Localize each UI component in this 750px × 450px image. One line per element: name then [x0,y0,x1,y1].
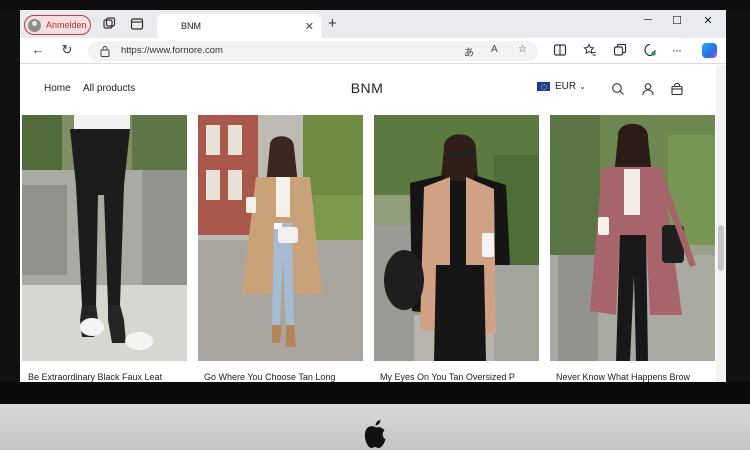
chevron-down-icon: ⌄ [579,82,586,91]
product-title[interactable]: Never Know What Happens Brow [556,372,716,382]
cart-icon[interactable] [670,82,684,96]
tan-oversized-puffer-vest-photo[interactable] [374,115,539,361]
brand-logo[interactable]: BNM [20,80,714,96]
maximize-icon[interactable]: ☐ [667,14,687,27]
collections-icon[interactable] [613,43,627,57]
tab-actions-icon[interactable] [130,17,144,31]
product-title[interactable]: Be Extraordinary Black Faux Leat [28,372,188,382]
currency-selector[interactable]: EUR ⌄ [537,81,586,92]
product-card[interactable]: My Eyes On You Tan Oversized P [374,115,539,382]
translate-icon[interactable]: あ [464,44,474,59]
site-header: Home All products BNM EUR ⌄ [20,65,714,113]
website: Home All products BNM EUR ⌄ Be Extraordi… [20,65,726,382]
lock-icon[interactable] [100,45,110,57]
more-options-icon[interactable]: ··· [672,43,686,57]
apple-logo-icon [364,420,386,448]
tan-long-coat-outfit-photo[interactable] [198,115,363,361]
tab-strip: Anmelden BNM ✕ + ─ ☐ ✕ [20,10,726,38]
tab-title: BNM [181,21,201,31]
monitor-frame: Anmelden BNM ✕ + ─ ☐ ✕ ← ↻ https://www.f… [0,0,750,450]
tab-close-icon[interactable]: ✕ [305,20,314,33]
split-screen-icon[interactable] [553,43,567,57]
product-title[interactable]: Go Where You Choose Tan Long [204,372,364,382]
product-title[interactable]: My Eyes On You Tan Oversized P [380,372,540,382]
browser-essentials-icon[interactable] [643,43,657,57]
currency-label: EUR [555,81,577,92]
eu-flag-icon [537,82,550,91]
new-tab-button[interactable]: + [328,15,337,32]
browser-window: Anmelden BNM ✕ + ─ ☐ ✕ ← ↻ https://www.f… [20,10,726,382]
profile-avatar-icon [28,18,41,32]
profile-button[interactable]: Anmelden [24,15,91,35]
account-icon[interactable] [641,82,655,96]
browser-toolbar: ← ↻ https://www.fornore.com あ A ☆ ··· [20,38,726,64]
profile-label: Anmelden [46,20,87,30]
url-text[interactable]: https://www.fornore.com [121,45,223,56]
product-card[interactable]: Go Where You Choose Tan Long [198,115,363,382]
address-bar[interactable]: https://www.fornore.com あ A ☆ [88,41,538,61]
back-arrow-icon[interactable]: ← [29,42,47,57]
favorite-star-icon[interactable]: ☆ [518,44,527,55]
favorites-icon[interactable] [583,43,597,57]
product-grid: Be Extraordinary Black Faux Leat Go Wher… [22,115,716,382]
tab-bnm[interactable]: BNM ✕ [157,14,321,38]
close-window-icon[interactable]: ✕ [698,14,718,27]
monitor-bottom-bezel [0,382,750,404]
product-card[interactable]: Be Extraordinary Black Faux Leat [22,115,187,382]
refresh-icon[interactable]: ↻ [58,42,76,58]
scrollbar-thumb[interactable] [718,225,724,271]
minimize-icon[interactable]: ─ [638,14,658,26]
workspaces-icon[interactable] [102,17,116,31]
brown-shacket-outfit-photo[interactable] [550,115,715,361]
page-scrollbar[interactable] [716,65,726,382]
copilot-icon[interactable] [702,43,717,58]
product-card[interactable]: Never Know What Happens Brow [550,115,715,382]
monitor-bezel [0,0,750,10]
search-icon[interactable] [611,82,625,96]
black-faux-leather-leggings-photo[interactable] [22,115,187,361]
read-aloud-icon[interactable]: A [491,44,498,55]
